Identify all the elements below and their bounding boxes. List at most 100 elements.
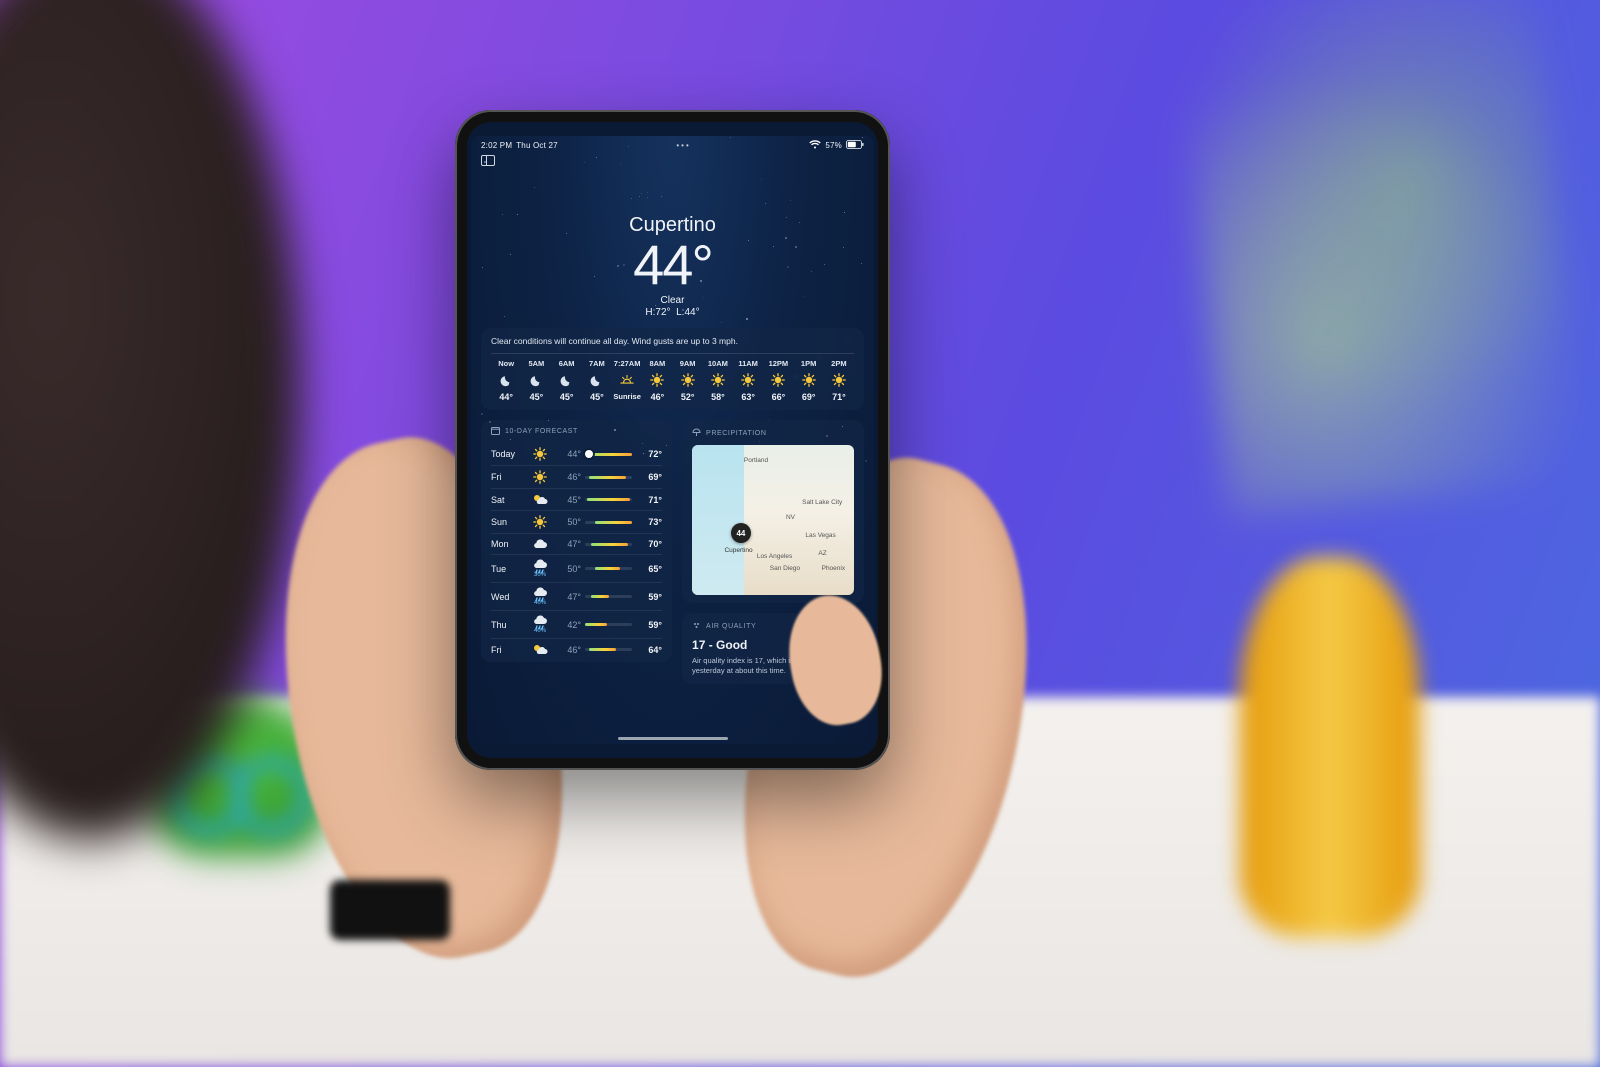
forecast-row[interactable]: Wed40%47°59°	[491, 582, 662, 610]
map-city-label: NV	[786, 514, 795, 521]
hour-time: 11AM	[738, 359, 758, 368]
forecast-row[interactable]: Tue30%50°65°	[491, 554, 662, 582]
yellow-vase	[1240, 557, 1420, 937]
forecast-row[interactable]: Thu40%42°59°	[491, 610, 662, 638]
hourly-forecast-card[interactable]: Clear conditions will continue all day. …	[481, 328, 864, 410]
map-pin-label: Cupertino	[724, 547, 752, 554]
forecast-hi: 59°	[636, 592, 662, 602]
temp-range-bar	[585, 453, 632, 456]
hour-time: 6AM	[559, 359, 575, 368]
hourly-summary: Clear conditions will continue all day. …	[491, 336, 854, 354]
hourly-cell[interactable]: 7:27AMSunrise	[612, 359, 642, 402]
hourly-cell[interactable]: 12PM 66°	[763, 359, 793, 402]
hour-value: 71°	[832, 392, 846, 402]
forecast-lo: 46°	[555, 645, 581, 655]
hourly-cell[interactable]: 6AM45°	[552, 359, 582, 402]
battery-icon	[846, 140, 864, 151]
forecast-hi: 69°	[636, 472, 662, 482]
forecast-lo: 42°	[555, 620, 581, 630]
hi-value: H:72°	[645, 307, 670, 318]
partly-icon	[529, 493, 551, 506]
partly-icon	[529, 643, 551, 656]
home-indicator[interactable]	[618, 737, 728, 740]
sun-icon	[529, 447, 551, 461]
hour-value: 46°	[651, 392, 665, 402]
hour-value: 45°	[530, 392, 544, 402]
hour-time: 12PM	[769, 359, 789, 368]
sun-icon	[681, 373, 695, 387]
ten-day-forecast-card[interactable]: 10-Day Forecast Today44°72°Fri46°69°Sat4…	[481, 420, 672, 662]
hour-value: 44°	[499, 392, 513, 402]
map-city-label: Las Vegas	[805, 532, 835, 539]
precip-chance: 40%	[534, 600, 546, 606]
current-condition: Clear	[471, 295, 874, 306]
sun-icon	[650, 373, 664, 387]
hourly-cell[interactable]: 11AM 63°	[733, 359, 763, 402]
forecast-row[interactable]: Fri46°69°	[491, 465, 662, 488]
temp-range-bar	[585, 648, 632, 651]
hourly-cell[interactable]: 1PM69°	[794, 359, 824, 402]
temp-range-bar	[585, 623, 632, 626]
map-city-label: San Diego	[770, 565, 800, 572]
map-city-label: Portland	[744, 457, 768, 464]
lo-value: L:44°	[676, 307, 699, 318]
hour-value: 66°	[772, 392, 786, 402]
hour-value: 63°	[741, 392, 755, 402]
sun-icon	[802, 373, 816, 387]
hourly-cell[interactable]: 10AM 58°	[703, 359, 733, 402]
hour-time: 10AM	[708, 359, 728, 368]
umbrella-icon	[692, 428, 701, 439]
forecast-row[interactable]: Sun50°73°	[491, 510, 662, 533]
hourly-cell[interactable]: Now 44°	[491, 359, 521, 402]
hour-time: 1PM	[801, 359, 816, 368]
air-quality-title: Air Quality	[706, 623, 756, 630]
multitask-dots-icon[interactable]: •••	[676, 141, 690, 150]
forecast-lo: 46°	[555, 472, 581, 482]
sidebar-toggle-icon[interactable]	[481, 155, 495, 166]
status-date: Thu Oct 27	[516, 141, 558, 150]
wifi-icon	[809, 140, 821, 151]
rain-icon: 40%	[529, 615, 551, 634]
forecast-day: Sun	[491, 517, 525, 527]
forecast-row[interactable]: Sat45°71°	[491, 488, 662, 510]
sun-icon	[529, 470, 551, 484]
hour-time: Now	[498, 359, 514, 368]
forecast-lo: 47°	[555, 592, 581, 602]
precipitation-card[interactable]: Precipitation PortlandSalt Lake CityNVLa…	[682, 420, 864, 603]
forecast-lo: 44°	[555, 449, 581, 459]
temp-range-bar	[585, 567, 632, 570]
hourly-cell[interactable]: 5AM 45°	[521, 359, 551, 402]
map-city-label: Salt Lake City	[802, 499, 842, 506]
hourly-cell[interactable]: 8AM 46°	[642, 359, 672, 402]
hour-time: 5AM	[528, 359, 544, 368]
forecast-day: Mon	[491, 539, 525, 549]
temp-range-bar	[585, 476, 632, 479]
hour-value: 45°	[590, 392, 604, 402]
forecast-day: Thu	[491, 620, 525, 630]
hourly-cell[interactable]: 2PM 71°	[824, 359, 854, 402]
map-city-label: Los Angeles	[757, 553, 792, 560]
forecast-row[interactable]: Today44°72°	[491, 443, 662, 465]
hour-time: 2PM	[831, 359, 846, 368]
map-pin[interactable]: 44	[731, 523, 751, 543]
forecast-title: 10-Day Forecast	[505, 428, 578, 435]
moon-icon	[590, 373, 604, 387]
precipitation-map[interactable]: Portland Salt Lake City NV Las Vegas Los Ang…	[692, 445, 854, 595]
precip-chance: 30%	[534, 572, 546, 578]
hour-time: 9AM	[680, 359, 696, 368]
hourly-cell[interactable]: 9AM52°	[673, 359, 703, 402]
plant-leaves	[1173, 0, 1587, 517]
forecast-day: Sat	[491, 495, 525, 505]
forecast-row[interactable]: Mon47°70°	[491, 533, 662, 554]
hourly-cell[interactable]: 7AM45°	[582, 359, 612, 402]
forecast-row[interactable]: Fri46°64°	[491, 638, 662, 660]
hour-value: 58°	[711, 392, 725, 402]
sun-icon	[711, 373, 725, 387]
high-low: H:72° L:44°	[471, 307, 874, 318]
forecast-lo: 50°	[555, 517, 581, 527]
forecast-hi: 65°	[636, 564, 662, 574]
status-bar: 2:02 PM Thu Oct 27 ••• 57%	[471, 136, 874, 151]
forecast-day: Tue	[491, 564, 525, 574]
hour-time: 8AM	[649, 359, 665, 368]
temp-range-bar	[585, 543, 632, 546]
